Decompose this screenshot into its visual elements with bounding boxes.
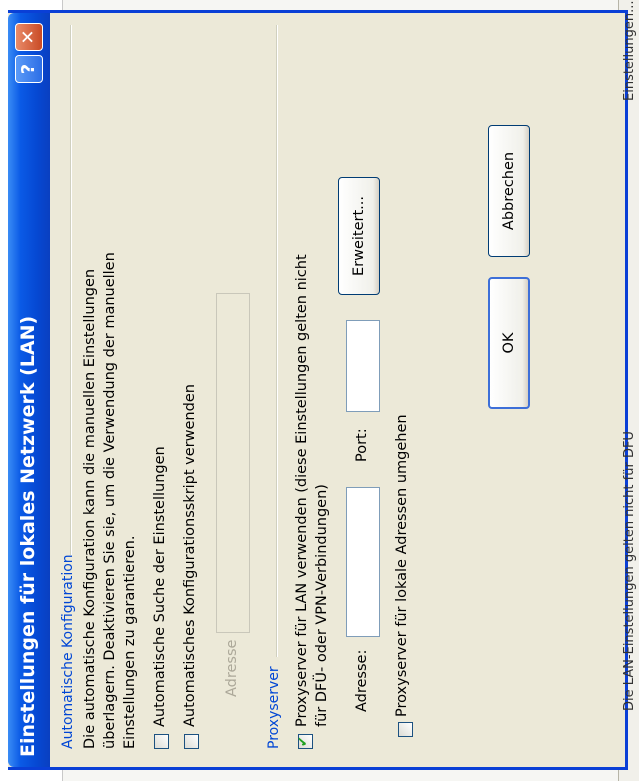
cancel-button[interactable]: Abbrechen [488,125,530,257]
auto-config-description-line-3: Einstellungen zu garantieren. [122,535,138,749]
lan-settings-dialog: Einstellungen für lokales Netzwerk (LAN)… [8,10,628,770]
proxy-port-label: Port: [354,428,370,462]
use-proxy-checkbox[interactable] [298,734,313,749]
script-address-label: Adresse [224,639,240,697]
help-button[interactable]: ? [15,55,43,83]
auto-config-separator [70,25,72,555]
background-partial-text: Die LAN-Einstellungen gelten nicht für D… [622,431,637,711]
use-proxy-label-line-2[interactable]: für DFÜ- oder VPN-Verbindungen) [314,484,330,727]
proxy-port-input[interactable] [346,320,380,412]
advanced-button[interactable]: Erweitert... [338,177,380,295]
auto-config-description-line-2: überlagern. Deaktivieren Sie sie, um die… [102,252,118,749]
rotated-dialog-frame: Einstellungen für lokales Netzwerk (LAN)… [8,10,628,770]
use-proxy-label-line-1[interactable]: Proxyserver für LAN verwenden (diese Ein… [294,254,310,727]
help-icon: ? [18,63,39,75]
ok-button[interactable]: OK [488,277,530,409]
bypass-local-checkbox[interactable] [398,722,413,737]
dialog-title: Einstellungen für lokales Netzwerk (LAN) [17,315,39,757]
proxy-separator [276,25,278,657]
close-icon: ✕ [18,29,39,45]
background-window-text-strip: Die LAN-Einstellungen gelten nicht für D… [622,0,639,781]
auto-detect-label[interactable]: Automatische Suche der Einstellungen [152,446,168,727]
title-bar[interactable]: Einstellungen für lokales Netzwerk (LAN)… [8,13,50,767]
auto-detect-checkbox[interactable] [154,734,169,749]
use-config-script-checkbox[interactable] [184,734,199,749]
close-button[interactable]: ✕ [15,23,43,51]
proxy-address-label: Adresse: [354,649,370,712]
auto-config-group-title: Automatische Konfiguration [60,554,76,749]
use-config-script-label[interactable]: Automatisches Konfigurationsskript verwe… [182,384,198,727]
background-partial-button: Einstellungen... [622,0,637,101]
proxy-address-input[interactable] [346,487,380,637]
bypass-local-label[interactable]: Proxyserver für lokale Adressen umgehen [394,414,410,717]
proxy-group-title: Proxyserver [266,666,282,749]
script-address-input[interactable] [216,293,250,633]
auto-config-description-line-1: Die automatische Konfiguration kann die … [82,268,98,749]
